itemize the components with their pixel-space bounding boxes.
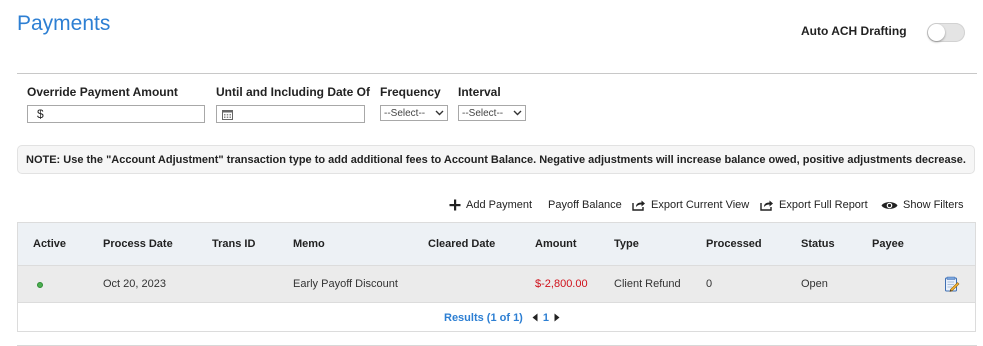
export-icon: [760, 200, 773, 211]
pagination: Results (1 of 1) 1: [444, 312, 560, 324]
show-filters-label: Show Filters: [903, 199, 964, 211]
active-status-dot: [37, 282, 43, 288]
plus-icon: [449, 199, 461, 211]
page-number-current[interactable]: 1: [543, 312, 549, 324]
column-header-memo[interactable]: Memo: [293, 238, 325, 250]
override-amount-value: $: [37, 107, 44, 121]
chevron-down-icon: [435, 110, 444, 116]
column-header-active[interactable]: Active: [33, 238, 66, 250]
cell-status: Open: [801, 278, 828, 290]
results-count: Results (1 of 1): [444, 312, 523, 324]
calendar-icon: [222, 109, 233, 120]
cell-amount: $-2,800.00: [535, 278, 588, 290]
payoff-balance-button[interactable]: Payoff Balance: [548, 199, 622, 211]
frequency-label: Frequency: [380, 85, 441, 99]
until-date-input[interactable]: [216, 105, 365, 123]
eye-icon: [881, 201, 898, 209]
column-header-cleared-date[interactable]: Cleared Date: [428, 238, 495, 250]
page-title: Payments: [17, 12, 111, 35]
header-divider: [17, 73, 977, 74]
export-full-report-button[interactable]: Export Full Report: [760, 199, 868, 211]
export-current-view-button[interactable]: Export Current View: [632, 199, 749, 211]
payments-table: Active Process Date Trans ID Memo Cleare…: [17, 222, 976, 332]
cell-processed: 0: [706, 278, 713, 290]
toggle-knob: [928, 24, 945, 41]
next-page-icon[interactable]: [554, 313, 560, 324]
interval-select[interactable]: --Select--: [458, 105, 526, 121]
table-row[interactable]: Oct 20, 2023 Early Payoff Discount $-2,8…: [18, 266, 975, 303]
adjustment-note: NOTE: Use the "Account Adjustment" trans…: [17, 145, 975, 174]
column-header-status[interactable]: Status: [801, 238, 835, 250]
add-payment-label: Add Payment: [466, 199, 533, 211]
column-header-processed[interactable]: Processed: [706, 238, 762, 250]
column-header-process-date[interactable]: Process Date: [103, 238, 173, 250]
column-header-type[interactable]: Type: [614, 238, 639, 250]
frequency-selected-value: --Select--: [384, 107, 426, 119]
table-header: Active Process Date Trans ID Memo Cleare…: [18, 223, 975, 266]
edit-icon[interactable]: [944, 276, 960, 297]
export-icon: [632, 200, 645, 211]
add-payment-button[interactable]: Add Payment: [449, 199, 532, 211]
export-full-report-label: Export Full Report: [779, 199, 868, 211]
frequency-select[interactable]: --Select--: [380, 105, 448, 121]
payoff-balance-label: Payoff Balance: [548, 199, 622, 211]
override-amount-input[interactable]: $: [27, 105, 205, 123]
override-amount-label: Override Payment Amount: [27, 85, 178, 99]
cell-memo: Early Payoff Discount: [293, 278, 398, 290]
interval-selected-value: --Select--: [462, 107, 504, 119]
cell-type: Client Refund: [614, 278, 681, 290]
export-current-view-label: Export Current View: [651, 199, 750, 211]
interval-label: Interval: [458, 85, 501, 99]
previous-page-icon[interactable]: [532, 313, 538, 324]
column-header-payee[interactable]: Payee: [872, 238, 904, 250]
chevron-down-icon: [513, 110, 522, 116]
column-header-amount[interactable]: Amount: [535, 238, 577, 250]
column-header-trans-id[interactable]: Trans ID: [212, 238, 255, 250]
cell-process-date: Oct 20, 2023: [103, 278, 166, 290]
until-date-label: Until and Including Date Of: [216, 85, 370, 99]
show-filters-button[interactable]: Show Filters: [881, 199, 964, 211]
auto-ach-toggle[interactable]: [927, 23, 965, 42]
auto-ach-label: Auto ACH Drafting: [801, 24, 907, 38]
